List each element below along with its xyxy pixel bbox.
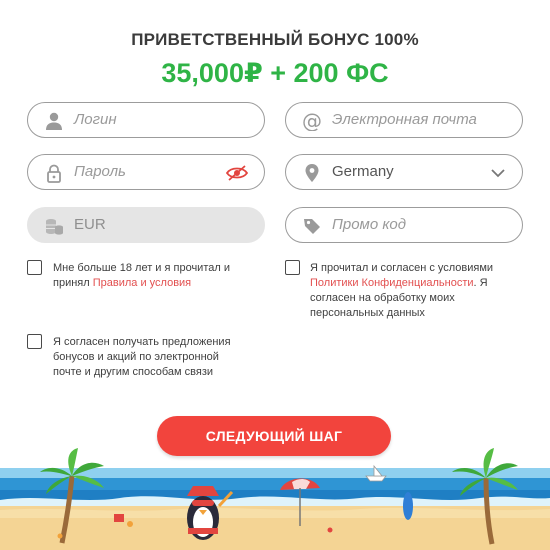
age-terms-text: Мне больше 18 лет и я прочитал и принял … bbox=[53, 262, 230, 289]
privacy-checkbox[interactable] bbox=[285, 260, 300, 275]
password-field[interactable]: Пароль bbox=[27, 154, 265, 190]
login-field[interactable]: Логин bbox=[27, 102, 265, 138]
privacy-policy-link[interactable]: Политики Конфиденциальности bbox=[310, 277, 474, 289]
bonus-title: ПРИВЕТСТВЕННЫЙ БОНУС 100% bbox=[131, 30, 419, 49]
country-select[interactable]: Germany bbox=[285, 154, 523, 190]
promo-field[interactable]: Промо код bbox=[285, 207, 523, 243]
tag-icon bbox=[304, 219, 320, 234]
at-icon: @ bbox=[302, 111, 322, 131]
marketing-checkbox[interactable] bbox=[27, 334, 42, 349]
terms-link[interactable]: Правила и условия bbox=[93, 277, 191, 289]
marketing-text: Я согласен получать предложения бонусов … bbox=[53, 336, 231, 378]
email-input: Электронная почта bbox=[332, 111, 477, 128]
lock-icon bbox=[47, 164, 61, 183]
login-input: Логин bbox=[74, 111, 117, 128]
bonus-amount: 35,000₽ + 200 ФС bbox=[161, 58, 389, 88]
country-value: Germany bbox=[332, 163, 394, 180]
currency-field: EUR bbox=[27, 207, 265, 243]
user-icon bbox=[46, 112, 62, 130]
hide-password-icon[interactable] bbox=[226, 164, 248, 182]
chevron-down-icon bbox=[491, 169, 505, 178]
password-input: Пароль bbox=[74, 163, 126, 180]
coins-icon bbox=[46, 219, 63, 235]
location-pin-icon bbox=[305, 164, 319, 182]
email-field[interactable]: @ Электронная почта bbox=[285, 102, 523, 138]
svg-text:@: @ bbox=[302, 111, 322, 131]
promo-input: Промо код bbox=[332, 216, 407, 233]
currency-value: EUR bbox=[74, 216, 106, 233]
age-terms-checkbox[interactable] bbox=[27, 260, 42, 275]
privacy-text: Я прочитал и согласен с условиями Полити… bbox=[310, 262, 494, 319]
beach-illustration bbox=[0, 448, 550, 550]
